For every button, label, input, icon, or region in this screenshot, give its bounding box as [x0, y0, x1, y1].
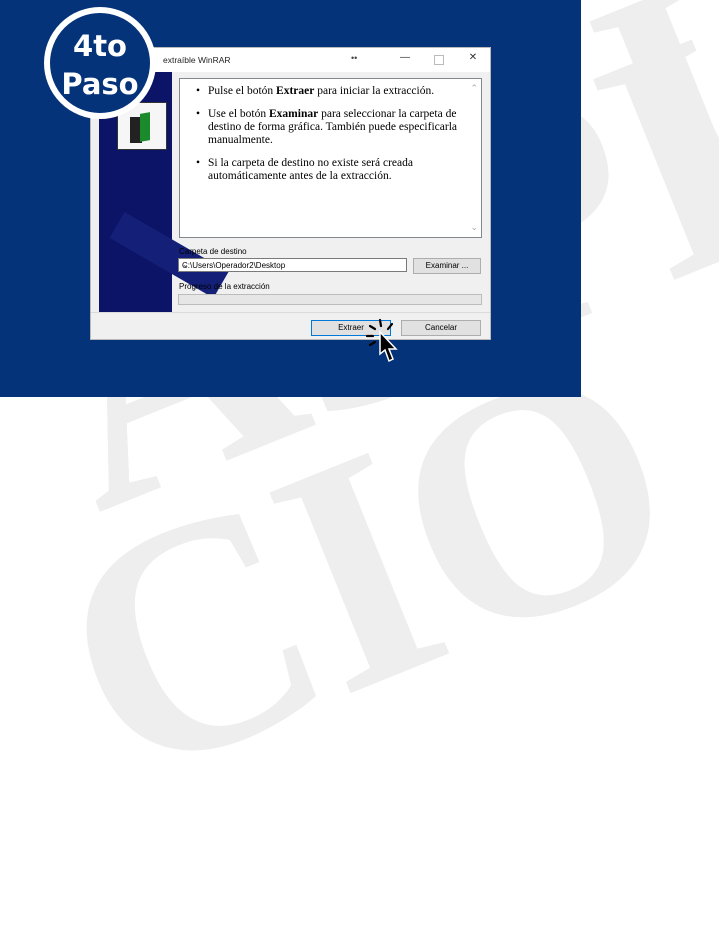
destination-label: Carpeta de destino	[179, 247, 247, 256]
winrar-dialog: extraíble WinRAR •• — ✕ Pulse el botón E…	[90, 47, 491, 340]
scroll-down-icon[interactable]: ⌄	[470, 222, 478, 233]
step-badge-number: 4to	[73, 29, 127, 63]
hand-pointer-icon	[366, 318, 398, 363]
step-badge: 4to Paso	[44, 7, 156, 119]
scroll-up-icon[interactable]: ⌃	[470, 83, 478, 94]
instruction-item: Pulse el botón Extraer para iniciar la e…	[196, 85, 461, 98]
instruction-item: Use el botón Examinar para seleccionar l…	[196, 108, 461, 147]
chevron-down-icon[interactable]: ⌄	[182, 260, 402, 269]
maximize-button[interactable]	[427, 52, 451, 68]
destination-combobox[interactable]: C:\Users\Operador2\Desktop ⌄	[178, 258, 407, 272]
close-button[interactable]: ✕	[461, 52, 485, 68]
minimize-button[interactable]: —	[393, 52, 417, 68]
extraction-progress-bar	[178, 294, 482, 305]
title-dots: ••	[351, 53, 358, 63]
window-title: extraíble WinRAR	[163, 55, 231, 65]
browse-button[interactable]: Examinar ...	[413, 258, 481, 274]
instruction-item: Si la carpeta de destino no existe será …	[196, 157, 461, 183]
footer-divider	[91, 312, 490, 313]
instructions-box[interactable]: Pulse el botón Extraer para iniciar la e…	[179, 78, 482, 238]
progress-label: Progreso de la extracción	[179, 282, 270, 291]
maximize-icon	[434, 55, 444, 65]
cancel-button[interactable]: Cancelar	[401, 320, 481, 336]
step-badge-word: Paso	[61, 67, 139, 101]
